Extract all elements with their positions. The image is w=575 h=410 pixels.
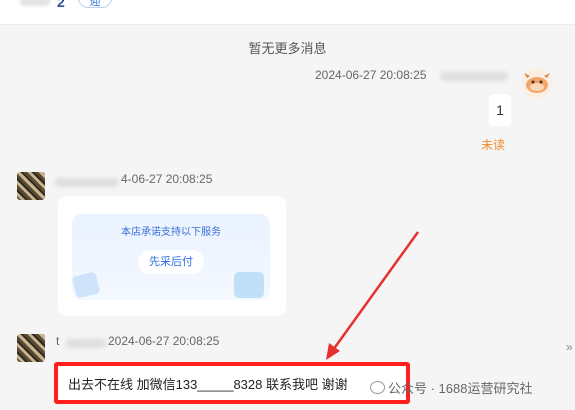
wechat-icon [370, 381, 385, 394]
collapse-panel-icon[interactable]: » [566, 340, 573, 354]
red-arrow-icon [326, 231, 420, 360]
watermark-text: 公众号 · 1688运营研究社 [388, 381, 533, 396]
watermark: 公众号 · 1688运营研究社 [370, 378, 532, 397]
